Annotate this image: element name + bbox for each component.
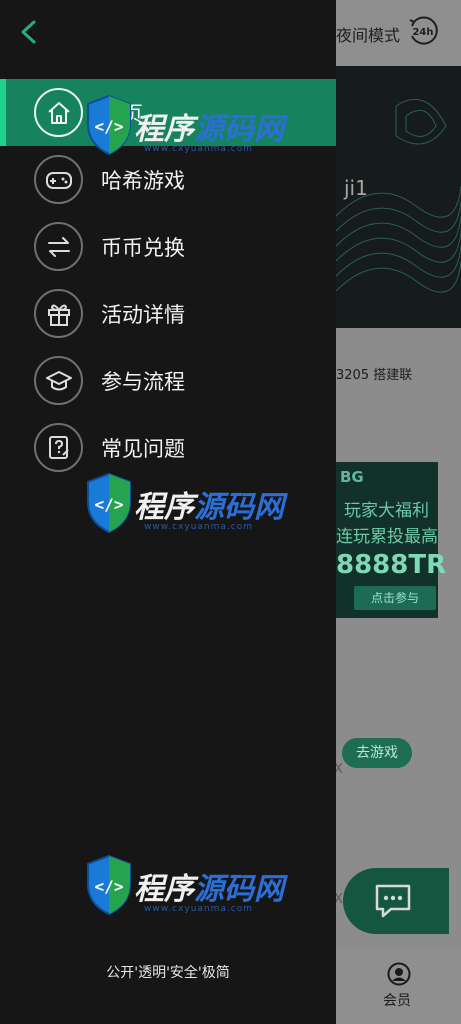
watermark-logo-3: </> 程序源码网 www.cxyuanma.com <box>84 852 284 932</box>
svg-text:</>: </> <box>95 117 124 136</box>
back-chevron-icon[interactable] <box>16 18 42 46</box>
watermark-shield-icon: </> <box>87 472 131 534</box>
question-doc-icon <box>34 423 83 472</box>
home-icon <box>34 88 83 137</box>
graduation-cap-icon <box>34 356 83 405</box>
bottom-nav <box>336 948 461 1024</box>
drawer-footer-slogan: 公开'透明'安全'极简 <box>106 965 230 981</box>
night-mode-label[interactable]: 夜间模式 <box>336 22 400 46</box>
promo-card[interactable]: BG 玩家大福利 连玩累投最高 8888TR 点击参与 <box>336 462 446 618</box>
menu-label-activity-details: 活动详情 <box>101 302 185 327</box>
svg-text:</>: </> <box>95 495 124 514</box>
member-tab-label[interactable]: 会员 <box>383 990 411 1010</box>
menu-label-participation-flow: 参与流程 <box>101 369 185 394</box>
chat-bubble-icon <box>375 884 411 918</box>
watermark-shield-icon: </> <box>87 94 131 156</box>
gamepad-icon <box>34 155 83 204</box>
watermark-logo: </> 程序源码网 www.cxyuanma.com <box>84 92 284 172</box>
background-sub-line: 3205 搭建联 <box>336 368 413 383</box>
svg-text:24h: 24h <box>412 27 433 38</box>
menu-item-participation-flow[interactable]: 参与流程 <box>0 347 336 414</box>
svg-text:</>: </> <box>95 877 124 896</box>
chat-button[interactable] <box>343 868 449 934</box>
exchange-icon <box>34 222 83 271</box>
watermark-logo-2: </> 程序源码网 www.cxyuanma.com <box>84 470 284 550</box>
gift-icon <box>34 289 83 338</box>
watermark-shield-icon: </> <box>87 854 131 916</box>
promo-amount: 8888TR <box>336 550 447 580</box>
menu-item-coin-exchange[interactable]: 币币兑换 <box>0 213 336 280</box>
banner-text: ji1 <box>344 176 368 200</box>
promo-line-2: 连玩累投最高 <box>336 527 438 547</box>
promo-line-1: 玩家大福利 <box>344 501 429 521</box>
menu-item-activity-details[interactable]: 活动详情 <box>0 280 336 347</box>
clock-24h-icon[interactable]: 24h <box>406 14 440 48</box>
menu-label-faq: 常见问题 <box>101 436 185 461</box>
menu-label-coin-exchange: 币币兑换 <box>101 235 185 260</box>
promo-brand: BG <box>340 468 364 486</box>
go-game-button[interactable]: 去游戏 <box>342 738 412 768</box>
member-icon[interactable] <box>387 962 411 986</box>
promo-join-button[interactable]: 点击参与 <box>354 586 436 610</box>
